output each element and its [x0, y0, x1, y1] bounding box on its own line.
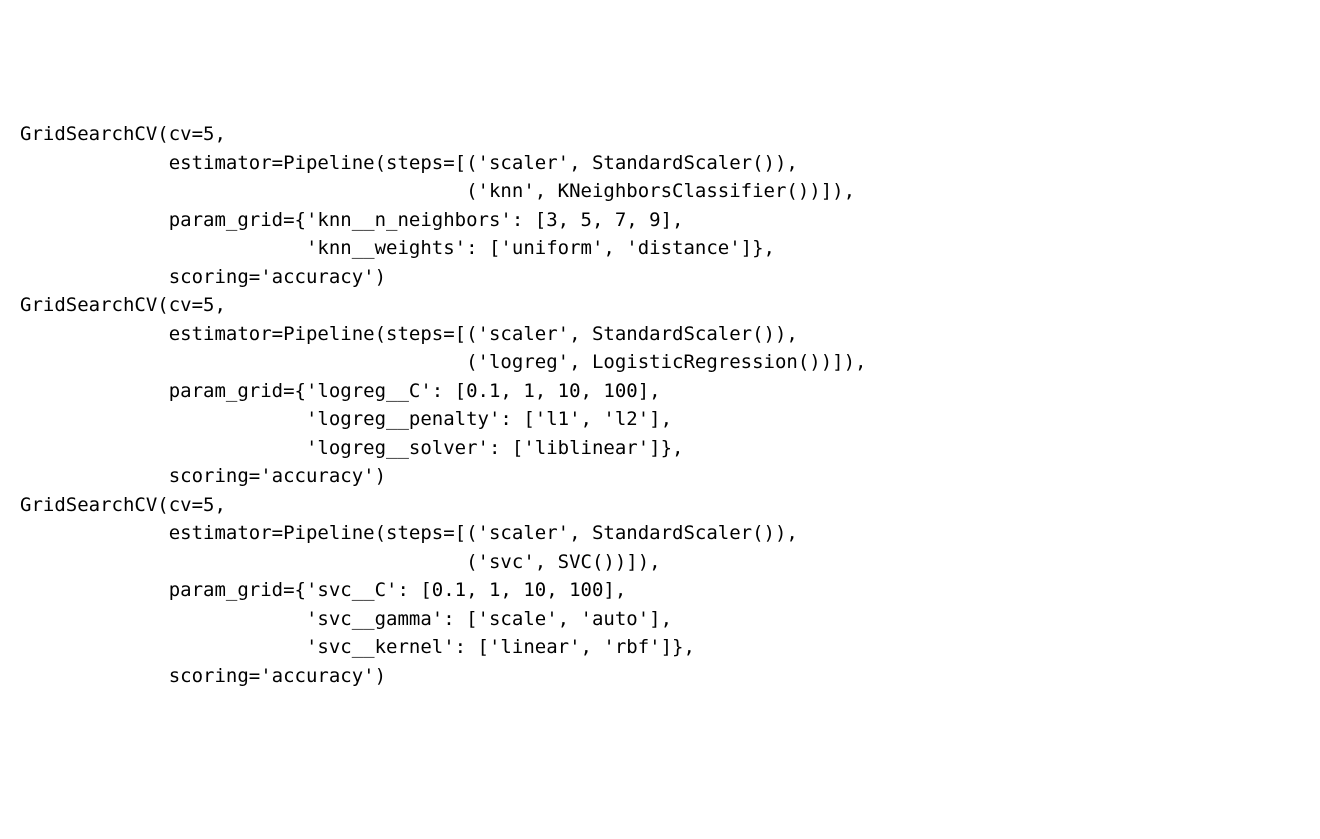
code-output: GridSearchCV(cv=5, estimator=Pipeline(st…	[20, 120, 1300, 690]
